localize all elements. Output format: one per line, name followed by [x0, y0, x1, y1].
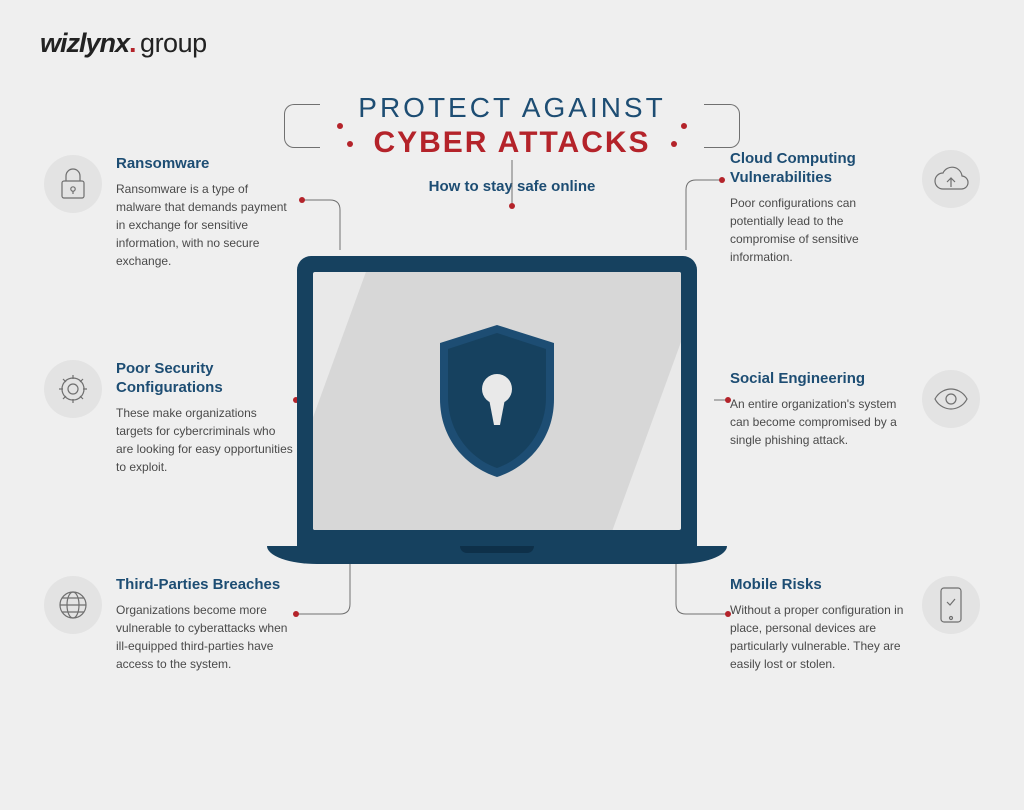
cloud-icon [922, 150, 980, 208]
item-heading: Third-Parties Breaches [116, 576, 294, 595]
gear-icon [44, 360, 102, 418]
item-heading: Social Engineering [730, 370, 908, 389]
shield-icon [432, 321, 562, 481]
laptop-base [267, 546, 727, 564]
bracket-left-icon [284, 104, 320, 148]
item-desc: Without a proper configuration in place,… [730, 601, 908, 673]
item-heading: Cloud Computing Vulnerabilities [730, 150, 908, 188]
item-mobile: Mobile Risks Without a proper configurat… [730, 576, 980, 673]
logo-dot-icon: . [129, 28, 136, 58]
item-desc: Organizations become more vulnerable to … [116, 601, 294, 673]
item-ransomware: Ransomware Ransomware is a type of malwa… [44, 155, 294, 270]
lock-icon [44, 155, 102, 213]
title-line1: PROTECT AGAINST [347, 92, 677, 124]
title-dot-inner-right-icon [671, 141, 677, 147]
bracket-right-icon [704, 104, 740, 148]
item-third-parties: Third-Parties Breaches Organizations bec… [44, 576, 294, 673]
eye-icon [922, 370, 980, 428]
title-line2: CYBER ATTACKS [373, 126, 650, 159]
item-poor-security: Poor Security Configurations These make … [44, 360, 294, 476]
title-dot-inner-left-icon [347, 141, 353, 147]
item-desc: Poor configurations can potentially lead… [730, 194, 908, 266]
item-cloud: Cloud Computing Vulnerabilities Poor con… [730, 150, 980, 266]
item-heading: Ransomware [116, 155, 294, 174]
laptop-illustration [297, 256, 727, 564]
laptop-lid [297, 256, 697, 546]
item-heading: Poor Security Configurations [116, 360, 294, 398]
phone-icon [922, 576, 980, 634]
item-desc: An entire organization's system can beco… [730, 395, 908, 449]
item-social-engineering: Social Engineering An entire organizatio… [730, 370, 980, 449]
logo-suffix: group [140, 28, 207, 58]
item-desc: These make organizations targets for cyb… [116, 404, 294, 476]
item-desc: Ransomware is a type of malware that dem… [116, 180, 294, 270]
item-heading: Mobile Risks [730, 576, 908, 595]
logo-brand: wizlynx [40, 28, 129, 58]
laptop-screen [313, 272, 681, 530]
title-dot-left-icon [337, 123, 343, 129]
globe-icon [44, 576, 102, 634]
brand-logo: wizlynx.group [40, 28, 207, 59]
title-dot-right-icon [681, 123, 687, 129]
